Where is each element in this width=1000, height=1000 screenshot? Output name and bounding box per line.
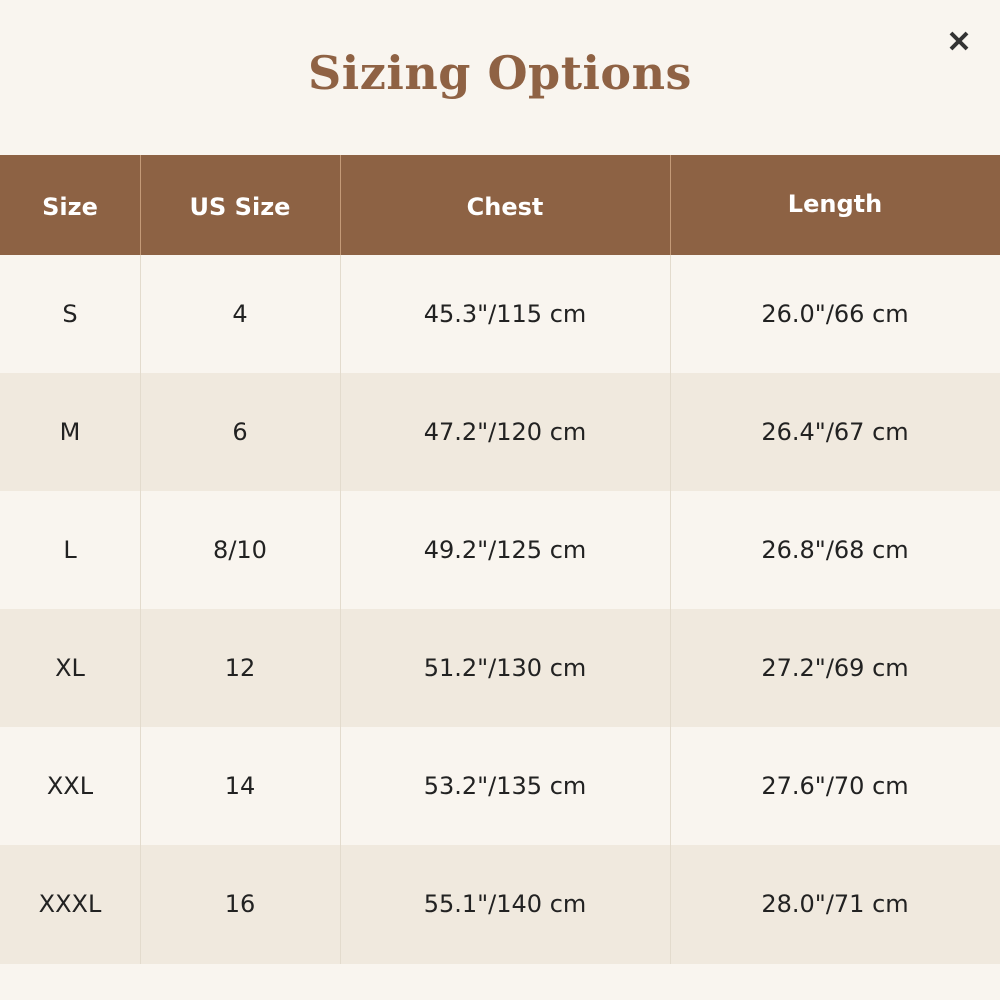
cell-us-size: 4 <box>232 300 248 328</box>
column-divider <box>340 255 341 964</box>
cell-size: XL <box>55 654 85 682</box>
header-divider <box>340 155 341 255</box>
cell-size: S <box>62 300 78 328</box>
cell-us-size: 16 <box>224 890 256 918</box>
cell-length: 28.0"/71 cm <box>761 890 909 918</box>
cell-length: 26.0"/66 cm <box>761 300 909 328</box>
cell-length: 27.6"/70 cm <box>761 772 909 800</box>
column-header-us-size: US Size <box>189 193 291 221</box>
cell-size: L <box>63 536 77 564</box>
cell-chest: 45.3"/115 cm <box>423 300 587 328</box>
cell-length: 27.2"/69 cm <box>761 654 909 682</box>
cell-us-size: 8/10 <box>213 536 267 564</box>
cell-chest: 49.2"/125 cm <box>423 536 587 564</box>
cell-size: M <box>59 418 81 446</box>
cell-us-size: 12 <box>224 654 256 682</box>
header-divider <box>140 155 141 255</box>
cell-size: XXXL <box>38 890 102 918</box>
column-header-chest: Chest <box>466 193 544 221</box>
column-divider <box>670 255 671 964</box>
cell-chest: 53.2"/135 cm <box>423 772 587 800</box>
cell-size: XXL <box>46 772 94 800</box>
table-body: S 4 45.3"/115 cm 26.0"/66 cm M 6 47.2"/1… <box>0 255 1000 964</box>
cell-length: 26.4"/67 cm <box>761 418 909 446</box>
close-icon <box>949 31 969 51</box>
table-row: XXL 14 53.2"/135 cm 27.6"/70 cm <box>0 727 1000 845</box>
cell-length: 26.8"/68 cm <box>761 536 909 564</box>
table-row: XXXL 16 55.1"/140 cm 28.0"/71 cm <box>0 845 1000 964</box>
cell-us-size: 6 <box>232 418 248 446</box>
sizing-table: Size US Size Chest Length S 4 45.3"/115 … <box>0 155 1000 964</box>
cell-chest: 51.2"/130 cm <box>423 654 587 682</box>
sizing-dialog: Sizing Options Size US Size Chest Length… <box>0 0 1000 1000</box>
table-row: XL 12 51.2"/130 cm 27.2"/69 cm <box>0 609 1000 727</box>
table-row: M 6 47.2"/120 cm 26.4"/67 cm <box>0 373 1000 491</box>
table-row: L 8/10 49.2"/125 cm 26.8"/68 cm <box>0 491 1000 609</box>
column-header-size: Size <box>42 193 98 221</box>
column-divider <box>140 255 141 964</box>
table-row: S 4 45.3"/115 cm 26.0"/66 cm <box>0 255 1000 373</box>
cell-chest: 55.1"/140 cm <box>423 890 587 918</box>
dialog-title: Sizing Options <box>308 46 692 100</box>
header-divider <box>670 155 671 255</box>
cell-us-size: 14 <box>224 772 256 800</box>
column-header-length: Length <box>787 190 883 218</box>
cell-chest: 47.2"/120 cm <box>423 418 587 446</box>
close-button[interactable] <box>942 24 976 58</box>
table-header: Size US Size Chest Length <box>0 155 1000 255</box>
